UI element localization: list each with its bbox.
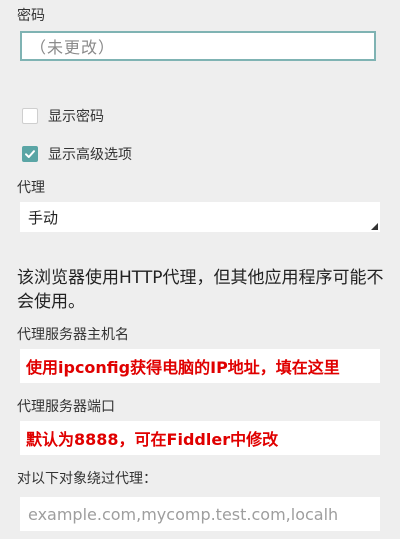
proxy-port-input[interactable]: 默认为8888，可在Fiddler中修改 — [20, 421, 380, 455]
proxy-selected-value: 手动 — [28, 208, 59, 227]
show-advanced-checkbox[interactable] — [22, 146, 38, 162]
show-password-checkbox-row[interactable]: 显示密码 — [22, 104, 104, 128]
bypass-label: 对以下对象绕过代理： — [17, 471, 157, 487]
dropdown-corner-icon — [371, 223, 378, 230]
bypass-placeholder: example.com,mycomp.test.com,localh — [28, 504, 339, 524]
proxy-hostname-input[interactable]: 使用ipconfig获得电脑的IP地址，填在这里 — [20, 349, 380, 383]
proxy-select[interactable]: 手动 — [20, 202, 380, 232]
proxy-hostname-label: 代理服务器主机名 — [17, 327, 129, 343]
proxy-port-value: 默认为8888，可在Fiddler中修改 — [26, 430, 279, 449]
proxy-hostname-value: 使用ipconfig获得电脑的IP地址，填在这里 — [26, 358, 340, 377]
show-password-label: 显示密码 — [48, 109, 104, 125]
proxy-label: 代理 — [17, 180, 45, 196]
proxy-info-text: 该浏览器使用HTTP代理，但其他应用程序可能不会使用。 — [17, 268, 384, 312]
password-input[interactable]: （未更改） — [20, 31, 376, 61]
show-password-checkbox[interactable] — [22, 108, 38, 124]
show-advanced-label: 显示高级选项 — [48, 147, 132, 163]
bypass-input[interactable]: example.com,mycomp.test.com,localh — [20, 497, 380, 531]
show-advanced-checkbox-row[interactable]: 显示高级选项 — [22, 142, 132, 166]
proxy-port-label: 代理服务器端口 — [17, 399, 115, 415]
password-label: 密码 — [17, 8, 45, 24]
checkmark-icon — [25, 150, 35, 158]
password-value: （未更改） — [30, 38, 116, 57]
